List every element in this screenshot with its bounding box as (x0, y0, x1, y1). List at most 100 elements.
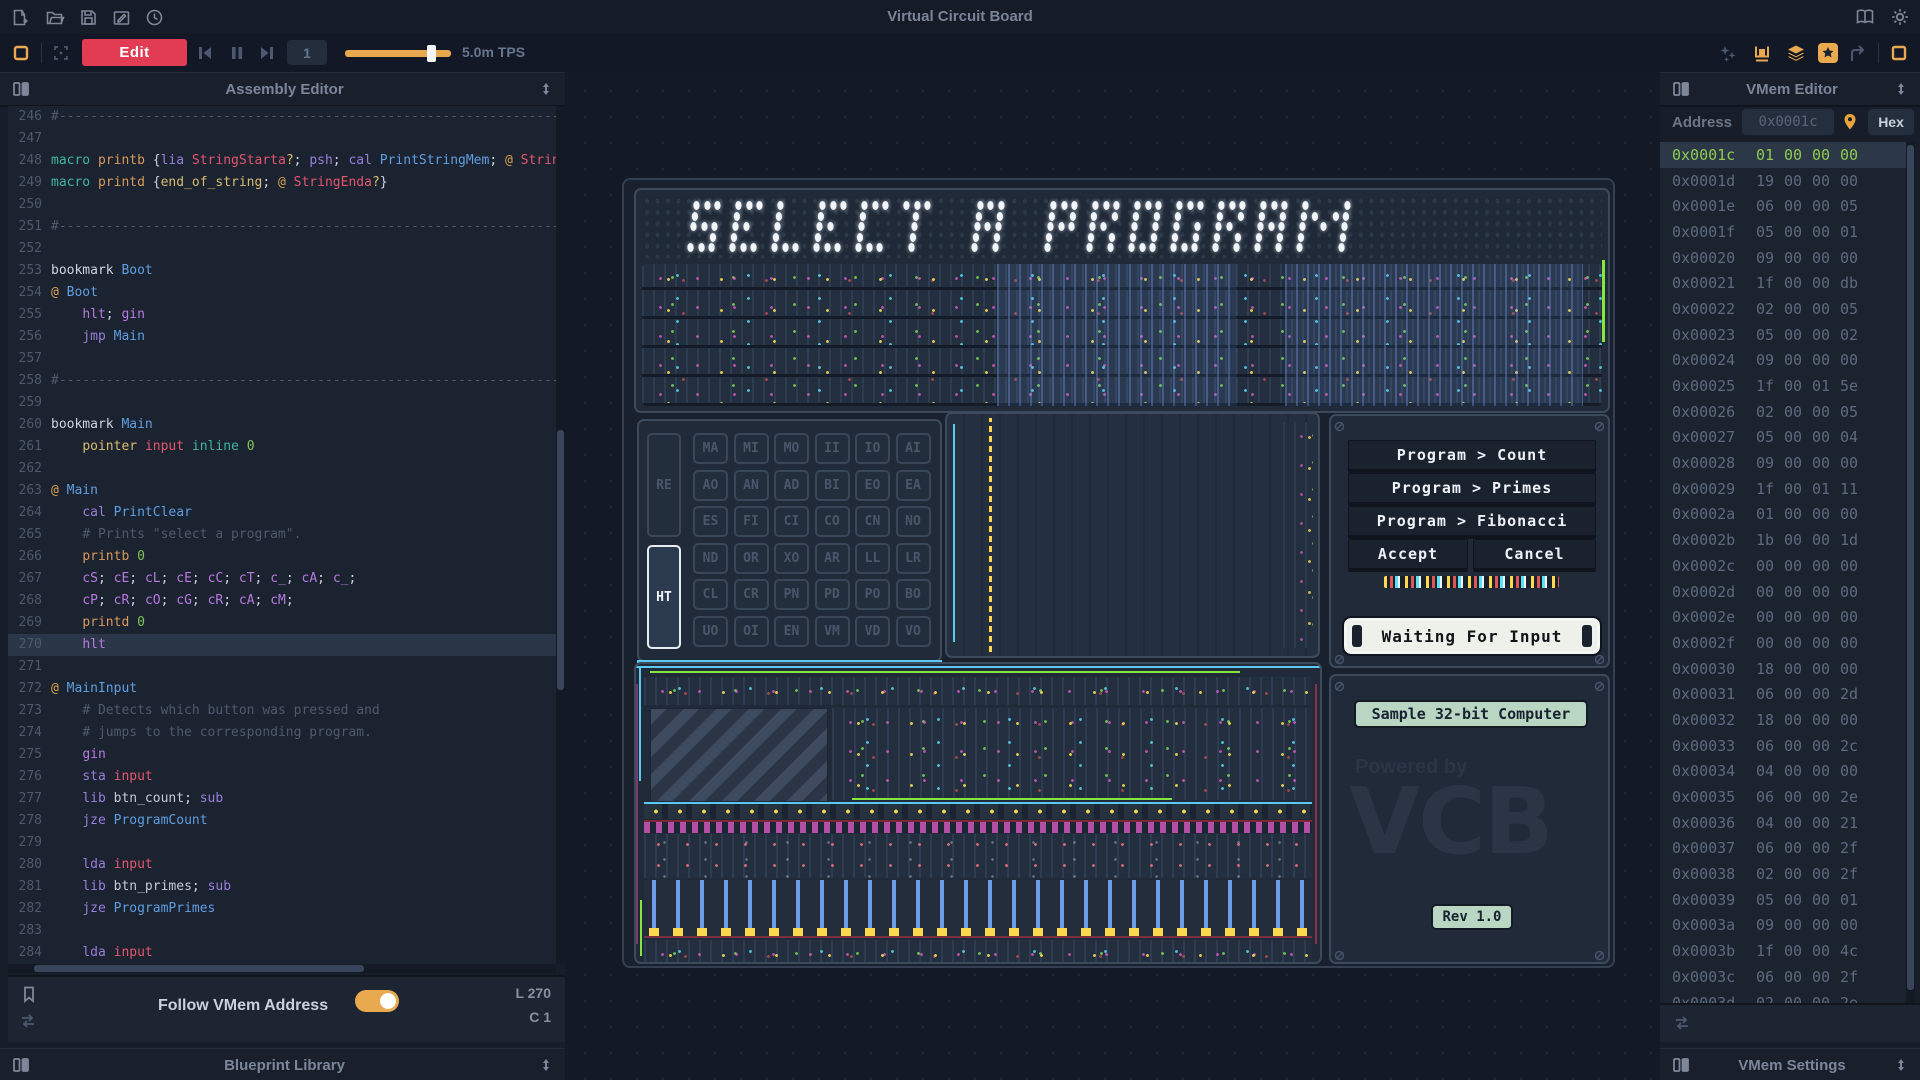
vmem-row[interactable]: 0x0001e06000005 (1660, 193, 1906, 219)
code-line[interactable]: 262 (8, 458, 565, 480)
expand-panel-icon[interactable] (539, 1057, 553, 1073)
matrix-cell-ad[interactable]: AD (774, 470, 809, 501)
vmem-row[interactable]: 0x0002809000000 (1660, 450, 1906, 476)
code-line[interactable]: 250 (8, 194, 565, 216)
code-line[interactable]: 278 jze ProgramCount (8, 810, 565, 832)
open-file-icon[interactable] (45, 8, 65, 27)
vmem-row[interactable]: 0x0002c00000000 (1660, 553, 1906, 579)
code-line[interactable]: 274 # jumps to the corresponding program… (8, 722, 565, 744)
vmem-row[interactable]: 0x0003b1f00004c (1660, 938, 1906, 964)
tps-slider-handle[interactable] (427, 45, 436, 62)
code-line[interactable]: 266 printb 0 (8, 546, 565, 568)
vmem-row[interactable]: 0x0003218000000 (1660, 707, 1906, 733)
code-line[interactable]: 246#------------------------------------… (8, 106, 565, 128)
vmem-row[interactable]: 0x0001f05000001 (1660, 219, 1906, 245)
code-line[interactable]: 280 lda input (8, 854, 565, 876)
matrix-cell-re[interactable]: RE (647, 433, 681, 537)
matrix-cell-an[interactable]: AN (734, 470, 769, 501)
matrix-cell-oi[interactable]: OI (734, 616, 769, 647)
vmem-row[interactable]: 0x0003404000000 (1660, 759, 1906, 785)
matrix-cell-en[interactable]: EN (774, 616, 809, 647)
layers-icon[interactable] (1786, 44, 1806, 63)
matrix-cell-xo[interactable]: XO (774, 543, 809, 574)
trace-highlight-icon[interactable] (1752, 44, 1772, 63)
vmem-row[interactable]: 0x0001c01000000 (1660, 142, 1906, 168)
code-line[interactable]: 265 # Prints "select a program". (8, 524, 565, 546)
jump-route-icon[interactable] (1848, 44, 1868, 63)
matrix-cell-or[interactable]: OR (734, 543, 769, 574)
vmem-scrollbar[interactable] (1906, 142, 1915, 1003)
code-line[interactable]: 268 cP; cR; cO; cG; cR; cA; cM; (8, 590, 565, 612)
hex-mode-button[interactable]: Hex (1868, 109, 1914, 135)
address-input[interactable]: 0x0001c (1742, 109, 1834, 135)
panel-layout-icon[interactable] (12, 81, 30, 97)
code-line[interactable]: 283 (8, 920, 565, 942)
matrix-cell-vm[interactable]: VM (815, 616, 850, 647)
assembly-vertical-scrollbar[interactable] (556, 106, 565, 964)
vmem-row[interactable]: 0x0002d00000000 (1660, 579, 1906, 605)
matrix-cell-ao[interactable]: AO (693, 470, 728, 501)
program-button-1[interactable]: Program > Count (1348, 440, 1596, 470)
code-line[interactable]: 284 lda input (8, 942, 565, 964)
vmem-row[interactable]: 0x0002409000000 (1660, 348, 1906, 374)
vmem-row[interactable]: 0x0003018000000 (1660, 656, 1906, 682)
vmem-row[interactable]: 0x0003604000021 (1660, 810, 1906, 836)
vmem-row[interactable]: 0x000291f000111 (1660, 476, 1906, 502)
matrix-cell-po[interactable]: PO (855, 579, 890, 610)
code-line[interactable]: 279 (8, 832, 565, 854)
code-line[interactable]: 259 (8, 392, 565, 414)
panel-layout-icon[interactable] (1672, 81, 1690, 97)
expand-panel-icon[interactable] (1894, 81, 1908, 97)
vmem-row[interactable]: 0x0002b1b00001d (1660, 527, 1906, 553)
code-line[interactable]: 258#------------------------------------… (8, 370, 565, 392)
code-line[interactable]: 247 (8, 128, 565, 150)
matrix-cell-vo[interactable]: VO (896, 616, 931, 647)
vmem-row[interactable]: 0x000330600002c (1660, 733, 1906, 759)
matrix-cell-ma[interactable]: MA (693, 433, 728, 464)
tps-slider[interactable] (345, 50, 451, 57)
code-line[interactable]: 260bookmark Main (8, 414, 565, 436)
code-line[interactable]: 251#------------------------------------… (8, 216, 565, 238)
vmem-row[interactable]: 0x0002e00000000 (1660, 604, 1906, 630)
rename-icon[interactable] (112, 8, 131, 27)
swap-arrows-icon[interactable] (18, 1013, 38, 1029)
matrix-cell-uo[interactable]: UO (693, 616, 728, 647)
matrix-cell-cr[interactable]: CR (734, 579, 769, 610)
matrix-cell-eo[interactable]: EO (855, 470, 890, 501)
vmem-row[interactable]: 0x0002f00000000 (1660, 630, 1906, 656)
edit-mode-button[interactable]: Edit (82, 39, 187, 66)
swap-arrows-icon[interactable] (1672, 1015, 1692, 1031)
matrix-cell-ar[interactable]: AR (815, 543, 850, 574)
vmem-row[interactable]: 0x0002305000002 (1660, 322, 1906, 348)
matrix-cell-ht[interactable]: HT (647, 545, 681, 649)
matrix-cell-ll[interactable]: LL (855, 543, 890, 574)
vmem-table[interactable]: 0x0001c010000000x0001d190000000x0001e060… (1660, 142, 1906, 1003)
cancel-button[interactable]: Cancel (1473, 539, 1596, 569)
vmem-row[interactable]: 0x000380200002f (1660, 861, 1906, 887)
panel-layout-icon[interactable] (1672, 1057, 1690, 1073)
code-line[interactable]: 270 hlt (8, 634, 565, 656)
vmem-row[interactable]: 0x0002a01000000 (1660, 502, 1906, 528)
matrix-cell-co[interactable]: CO (815, 506, 850, 537)
matrix-cell-bo[interactable]: BO (896, 579, 931, 610)
settings-gear-icon[interactable] (1890, 7, 1910, 27)
matrix-cell-pd[interactable]: PD (815, 579, 850, 610)
code-line[interactable]: 253bookmark Boot (8, 260, 565, 282)
accept-button[interactable]: Accept (1348, 539, 1468, 569)
matrix-cell-ci[interactable]: CI (774, 506, 809, 537)
code-line[interactable]: 277 lib btn_count; sub (8, 788, 565, 810)
vmem-row[interactable]: 0x0003d0200002e (1660, 990, 1906, 1003)
code-line[interactable]: 256 jmp Main (8, 326, 565, 348)
vmem-row[interactable]: 0x0002009000000 (1660, 245, 1906, 271)
circuit-board[interactable]: REHTMAMIMOIIIOAIAOANADBIEOEAESFICICOCNNO… (622, 178, 1615, 968)
vmem-row[interactable]: 0x0002705000004 (1660, 425, 1906, 451)
vmem-row[interactable]: 0x0003a09000000 (1660, 913, 1906, 939)
step-forward-icon[interactable] (258, 44, 276, 62)
matrix-cell-ea[interactable]: EA (896, 470, 931, 501)
vmem-row[interactable]: 0x000251f00015e (1660, 373, 1906, 399)
matrix-cell-ai[interactable]: AI (896, 433, 931, 464)
code-line[interactable]: 272@ MainInput (8, 678, 565, 700)
code-line[interactable]: 275 gin (8, 744, 565, 766)
matrix-cell-ii[interactable]: II (815, 433, 850, 464)
matrix-cell-vd[interactable]: VD (855, 616, 890, 647)
